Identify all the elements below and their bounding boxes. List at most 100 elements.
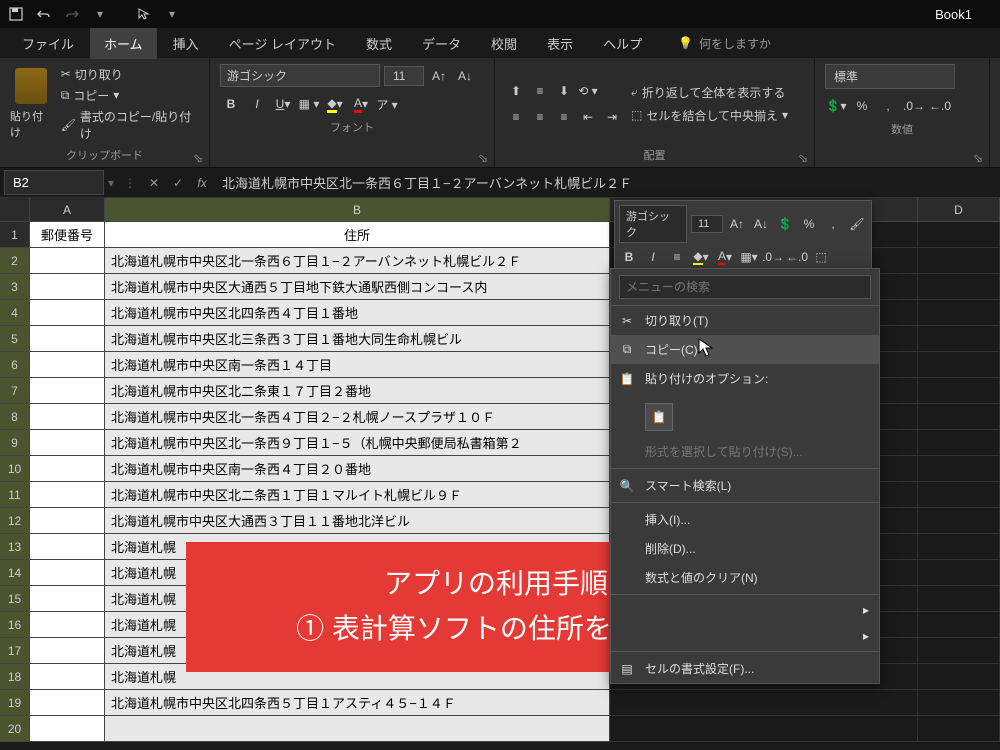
cell[interactable] <box>918 612 1000 638</box>
cell[interactable] <box>918 664 1000 690</box>
cell[interactable] <box>30 508 105 534</box>
ruby-button[interactable]: ア ▾ <box>376 93 398 115</box>
cell[interactable]: 北海道札幌市中央区北四条西５丁目１アスティ４５−１４Ｆ <box>105 690 610 716</box>
cell[interactable] <box>918 508 1000 534</box>
dialog-launcher-icon[interactable]: ⬂ <box>193 151 205 163</box>
cell[interactable] <box>918 716 1000 742</box>
row-header[interactable]: 2 <box>0 248 30 274</box>
mini-currency-icon[interactable]: 💲 <box>775 214 795 234</box>
align-top-icon[interactable]: ⬆ <box>505 80 527 102</box>
cell[interactable] <box>918 248 1000 274</box>
name-box[interactable]: B2 <box>4 170 104 195</box>
cell[interactable] <box>918 326 1000 352</box>
mini-align-icon[interactable]: ≡ <box>667 247 687 267</box>
col-header-a[interactable]: A <box>30 198 105 221</box>
increase-indent-icon[interactable]: ⇥ <box>601 106 623 128</box>
border-button[interactable]: ▦ ▾ <box>298 93 320 115</box>
mini-italic-icon[interactable]: I <box>643 247 663 267</box>
row-header[interactable]: 17 <box>0 638 30 664</box>
mini-fontcolor-icon[interactable]: A▾ <box>715 247 735 267</box>
mini-decrease-font-icon[interactable]: A↓ <box>751 214 771 234</box>
font-color-button[interactable]: A ▾ <box>350 93 372 115</box>
comma-icon[interactable]: , <box>877 95 899 117</box>
tab-home[interactable]: ホーム <box>90 28 157 59</box>
row-header[interactable]: 15 <box>0 586 30 612</box>
cm-smart-lookup[interactable]: 🔍スマート検索(L) <box>611 471 879 500</box>
dialog-launcher-icon[interactable]: ⬂ <box>973 151 985 163</box>
mini-format-painter-icon[interactable]: 🖌 <box>847 214 867 234</box>
row-header[interactable]: 20 <box>0 716 30 742</box>
cell[interactable] <box>30 456 105 482</box>
row-header[interactable]: 1 <box>0 222 30 248</box>
orientation-icon[interactable]: ⟲ ▾ <box>577 80 599 102</box>
row-header[interactable]: 11 <box>0 482 30 508</box>
row-header[interactable]: 10 <box>0 456 30 482</box>
mini-merge-icon[interactable]: ⬚ <box>811 247 831 267</box>
cell[interactable] <box>610 716 918 742</box>
row-header[interactable]: 12 <box>0 508 30 534</box>
cell[interactable] <box>30 404 105 430</box>
paste-option-icon[interactable]: 📋 <box>645 403 673 431</box>
row-header[interactable]: 19 <box>0 690 30 716</box>
row-header[interactable]: 16 <box>0 612 30 638</box>
formula-input[interactable]: 北海道札幌市中央区北一条西６丁目１−２アーバンネット札幌ビル２Ｆ <box>214 169 1000 196</box>
cell[interactable]: 北海道札幌市中央区北一条西６丁目１−２アーバンネット札幌ビル２Ｆ <box>105 248 610 274</box>
align-right-icon[interactable]: ≡ <box>553 106 575 128</box>
decrease-font-icon[interactable]: A↓ <box>454 65 476 87</box>
cancel-icon[interactable]: ✕ <box>142 171 166 195</box>
redo-icon[interactable] <box>64 6 80 22</box>
cell[interactable] <box>918 534 1000 560</box>
cm-delete[interactable]: 削除(D)... <box>611 534 879 563</box>
cut-button[interactable]: ✂切り取り <box>61 66 199 83</box>
wrap-text-button[interactable]: ⤶折り返して全体を表示する <box>631 84 788 101</box>
cell[interactable] <box>30 352 105 378</box>
row-header[interactable]: 7 <box>0 378 30 404</box>
merge-button[interactable]: ⬚セルを結合して中央揃え ▾ <box>631 107 788 124</box>
cell[interactable] <box>918 638 1000 664</box>
save-icon[interactable] <box>8 6 24 22</box>
dialog-launcher-icon[interactable]: ⬂ <box>478 151 490 163</box>
cell[interactable] <box>30 664 105 690</box>
tab-file[interactable]: ファイル <box>8 28 88 59</box>
percent-icon[interactable]: % <box>851 95 873 117</box>
align-middle-icon[interactable]: ≡ <box>529 80 551 102</box>
tell-me[interactable]: 💡 何をしますか <box>678 35 771 52</box>
cell[interactable] <box>30 378 105 404</box>
mini-font-select[interactable]: 游ゴシック <box>619 205 687 243</box>
qat-dropdown-icon[interactable]: ▾ <box>164 6 180 22</box>
tab-layout[interactable]: ページ レイアウト <box>215 28 350 59</box>
cell[interactable] <box>30 716 105 742</box>
qat-more-icon[interactable]: ▾ <box>92 6 108 22</box>
cm-insert[interactable]: 挿入(I)... <box>611 505 879 534</box>
cell[interactable]: 住所 <box>105 222 610 248</box>
cell[interactable] <box>918 430 1000 456</box>
cm-cut[interactable]: ✂切り取り(T) <box>611 306 879 335</box>
fill-color-button[interactable]: ◆ ▾ <box>324 93 346 115</box>
cell[interactable] <box>30 560 105 586</box>
font-size-input[interactable]: 11 <box>384 66 424 86</box>
cell[interactable] <box>918 352 1000 378</box>
tab-help[interactable]: ヘルプ <box>589 28 656 59</box>
cell[interactable] <box>30 326 105 352</box>
fx-icon[interactable]: fx <box>190 171 214 195</box>
number-format-select[interactable]: 標準 <box>825 64 955 89</box>
mini-fillcolor-icon[interactable]: ◆▾ <box>691 247 711 267</box>
undo-icon[interactable] <box>36 6 52 22</box>
mini-decimal-dec-icon[interactable]: ←.0 <box>787 247 807 267</box>
cell[interactable] <box>105 716 610 742</box>
cell[interactable]: 北海道札幌市中央区大通西３丁目１１番地北洋ビル <box>105 508 610 534</box>
mini-bold-icon[interactable]: B <box>619 247 639 267</box>
dialog-launcher-icon[interactable]: ⬂ <box>798 151 810 163</box>
tab-data[interactable]: データ <box>408 28 475 59</box>
cell[interactable] <box>918 222 1000 248</box>
row-header[interactable]: 9 <box>0 430 30 456</box>
cell[interactable] <box>918 404 1000 430</box>
mini-decimal-inc-icon[interactable]: .0→ <box>763 247 783 267</box>
row-header[interactable]: 5 <box>0 326 30 352</box>
bold-button[interactable]: B <box>220 93 242 115</box>
cell[interactable] <box>918 586 1000 612</box>
tab-insert[interactable]: 挿入 <box>159 28 213 59</box>
cell[interactable] <box>30 482 105 508</box>
cell[interactable]: 北海道札幌市中央区大通西５丁目地下鉄大通駅西側コンコース内 <box>105 274 610 300</box>
tab-review[interactable]: 校閲 <box>477 28 531 59</box>
